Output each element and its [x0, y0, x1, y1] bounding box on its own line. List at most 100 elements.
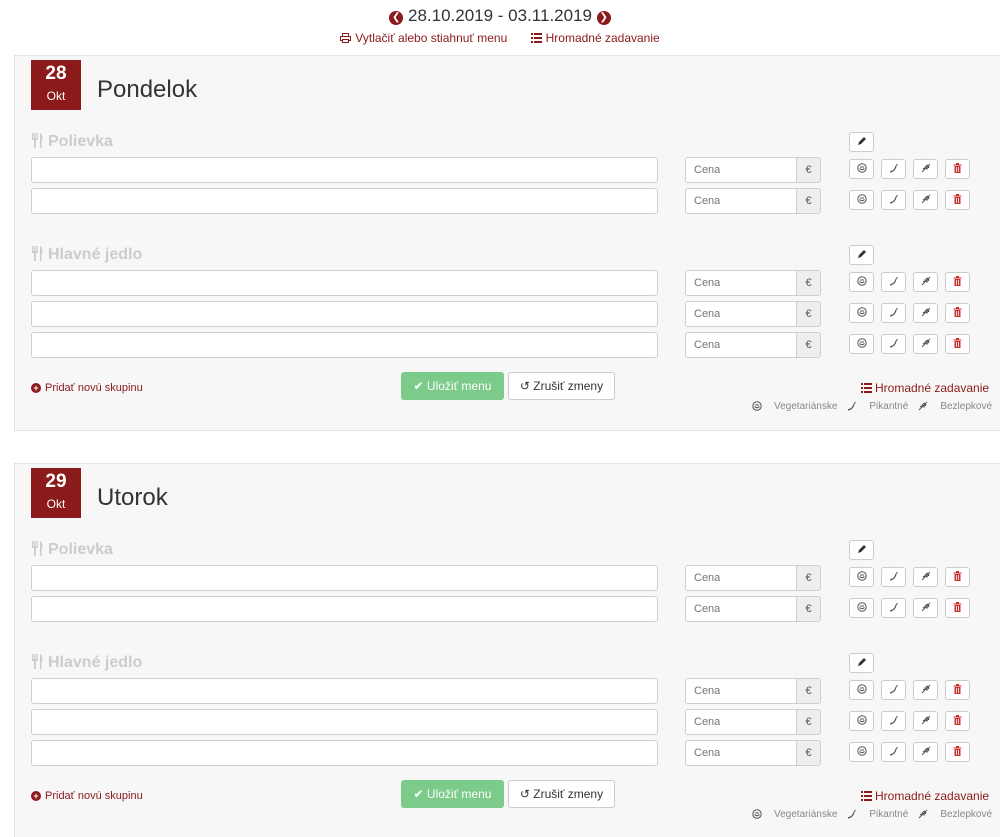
cancel-changes-button[interactable]: ↺ Zrušiť zmeny: [508, 372, 615, 400]
price-input[interactable]: [685, 565, 797, 591]
print-icon: [340, 33, 352, 43]
list-icon: [861, 381, 875, 395]
vegetarian-toggle-button[interactable]: [849, 272, 874, 292]
spicy-toggle-button[interactable]: [881, 272, 906, 292]
delete-row-button[interactable]: [945, 272, 970, 292]
vegetarian-toggle-button[interactable]: [849, 334, 874, 354]
spicy-toggle-button[interactable]: [881, 190, 906, 210]
spicy-toggle-button[interactable]: [881, 711, 906, 731]
vegetarian-icon: [752, 401, 764, 412]
gluten-free-toggle-button[interactable]: [913, 742, 938, 762]
save-menu-button[interactable]: ✔ Uložiť menu: [401, 780, 504, 808]
gluten-free-toggle-button[interactable]: [913, 680, 938, 700]
delete-row-button[interactable]: [945, 598, 970, 618]
price-input[interactable]: [685, 301, 797, 327]
gluten-free-toggle-button[interactable]: [913, 567, 938, 587]
print-link[interactable]: Vytlačiť alebo stiahnuť menu: [340, 31, 510, 45]
vegetarian-toggle-button[interactable]: [849, 742, 874, 762]
price-input[interactable]: [685, 188, 797, 214]
wheat-icon: [918, 809, 930, 820]
vegetarian-toggle-button[interactable]: [849, 567, 874, 587]
gluten-free-toggle-button[interactable]: [913, 272, 938, 292]
vegetarian-toggle-button[interactable]: [849, 159, 874, 179]
bulk-entry-link[interactable]: Hromadné zadavanie: [861, 789, 989, 803]
gluten-free-toggle-button[interactable]: [913, 598, 938, 618]
date-badge: 28 Okt: [31, 60, 81, 110]
chevron-left-icon[interactable]: ❮: [389, 11, 404, 25]
bulk-entry-link[interactable]: Hromadné zadavanie: [530, 31, 660, 45]
add-group-link[interactable]: + Pridať novú skupinu: [31, 790, 143, 802]
save-menu-button[interactable]: ✔ Uložiť menu: [401, 372, 504, 400]
price-input[interactable]: [685, 709, 797, 735]
price-input[interactable]: [685, 596, 797, 622]
price-group: €: [685, 157, 821, 183]
spicy-toggle-button[interactable]: [881, 159, 906, 179]
spicy-toggle-button[interactable]: [881, 680, 906, 700]
wheat-icon: [921, 304, 931, 321]
delete-row-button[interactable]: [945, 334, 970, 354]
group-title: Hlavné jedlo: [31, 246, 142, 264]
delete-row-button[interactable]: [945, 303, 970, 323]
dish-name-input[interactable]: [31, 188, 658, 214]
delete-row-button[interactable]: [945, 159, 970, 179]
price-input[interactable]: [685, 270, 797, 296]
cancel-changes-button[interactable]: ↺ Zrušiť zmeny: [508, 780, 615, 808]
gluten-free-toggle-button[interactable]: [913, 711, 938, 731]
dish-name-input[interactable]: [31, 709, 658, 735]
vegetarian-icon: [856, 599, 867, 616]
delete-row-button[interactable]: [945, 190, 970, 210]
dish-name-input[interactable]: [31, 596, 658, 622]
edit-group-button[interactable]: [849, 540, 874, 560]
edit-group-button[interactable]: [849, 132, 874, 152]
bulk-entry-link[interactable]: Hromadné zadavanie: [861, 381, 989, 395]
chili-icon: [889, 273, 899, 290]
price-input[interactable]: [685, 332, 797, 358]
edit-group-button[interactable]: [849, 245, 874, 265]
price-group: €: [685, 188, 821, 214]
spicy-toggle-button[interactable]: [881, 742, 906, 762]
day-name: Utorok: [97, 484, 168, 511]
price-group: €: [685, 678, 821, 704]
delete-row-button[interactable]: [945, 711, 970, 731]
chevron-right-icon[interactable]: ❯: [596, 11, 611, 25]
dish-name-input[interactable]: [31, 565, 658, 591]
gluten-free-toggle-button[interactable]: [913, 334, 938, 354]
dish-name-input[interactable]: [31, 332, 658, 358]
chili-icon: [889, 304, 899, 321]
spicy-toggle-button[interactable]: [881, 598, 906, 618]
save-menu-label: Uložiť menu: [426, 787, 492, 801]
delete-row-button[interactable]: [945, 567, 970, 587]
price-group: €: [685, 332, 821, 358]
dish-name-input[interactable]: [31, 270, 658, 296]
gluten-free-toggle-button[interactable]: [913, 190, 938, 210]
price-input[interactable]: [685, 678, 797, 704]
price-input[interactable]: [685, 740, 797, 766]
dish-name-input[interactable]: [31, 678, 658, 704]
vegetarian-toggle-button[interactable]: [849, 680, 874, 700]
trash-icon: [953, 568, 962, 585]
spicy-toggle-button[interactable]: [881, 303, 906, 323]
vegetarian-toggle-button[interactable]: [849, 598, 874, 618]
delete-row-button[interactable]: [945, 742, 970, 762]
wheat-icon: [921, 160, 931, 177]
price-group: €: [685, 740, 821, 766]
dish-name-input[interactable]: [31, 157, 658, 183]
vegetarian-toggle-button[interactable]: [849, 303, 874, 323]
add-group-link[interactable]: + Pridať novú skupinu: [31, 382, 143, 394]
spicy-toggle-button[interactable]: [881, 567, 906, 587]
gluten-free-toggle-button[interactable]: [913, 159, 938, 179]
day-panel: 28 Okt Pondelok Polievka € € Hlavné jedlo € € € + P…: [14, 55, 1000, 431]
gluten-free-toggle-button[interactable]: [913, 303, 938, 323]
group-title: Hlavné jedlo: [31, 654, 142, 672]
dish-name-input[interactable]: [31, 301, 658, 327]
price-input[interactable]: [685, 157, 797, 183]
plus-circle-icon: +: [31, 383, 41, 393]
dish-name-input[interactable]: [31, 740, 658, 766]
delete-row-button[interactable]: [945, 680, 970, 700]
spicy-toggle-button[interactable]: [881, 334, 906, 354]
vegetarian-toggle-button[interactable]: [849, 190, 874, 210]
edit-group-button[interactable]: [849, 653, 874, 673]
vegetarian-toggle-button[interactable]: [849, 711, 874, 731]
pencil-icon: [857, 133, 867, 150]
list-icon: [530, 33, 542, 43]
